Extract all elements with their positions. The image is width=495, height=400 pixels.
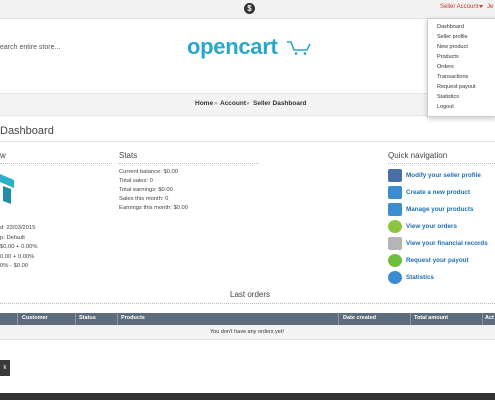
section-divider xyxy=(0,303,495,304)
column-divider xyxy=(410,313,411,325)
seller-account-menu[interactable]: Seller Account xyxy=(440,4,478,10)
manage-products-icon xyxy=(388,203,402,216)
cart-logo-icon xyxy=(287,41,311,55)
column-divider xyxy=(338,313,339,325)
seller-account-dropdown: Dashboard Seller profile New product Pro… xyxy=(427,18,495,117)
overview-line: 0.00 + 0.00% xyxy=(0,254,35,260)
column-divider xyxy=(482,313,483,325)
quick-nav-label: View your orders xyxy=(406,223,457,230)
menu-item-orders[interactable]: Orders xyxy=(437,64,454,70)
column-divider xyxy=(17,313,18,325)
title-divider xyxy=(0,141,495,142)
column-header-date-created[interactable]: Date created xyxy=(343,315,376,321)
user-profile-icon xyxy=(388,169,402,182)
stats-heading: Stats xyxy=(119,151,138,160)
search-input[interactable]: earch entire store... xyxy=(0,44,60,51)
overview-line: $0.00 + 0.00% xyxy=(0,244,38,250)
stat-current-balance: Current balance: $0.00 xyxy=(119,169,178,175)
menu-item-statistics[interactable]: Statistics xyxy=(437,94,459,100)
quick-nav-label: View your financial records xyxy=(406,240,488,247)
stat-total-earnings: Total earnings: $0.00 xyxy=(119,187,173,193)
chevron-down-icon xyxy=(479,5,483,8)
user-name-link[interactable]: Je xyxy=(487,4,493,10)
breadcrumb-separator: » xyxy=(246,100,250,107)
menu-item-dashboard[interactable]: Dashboard xyxy=(437,24,464,30)
page-title: Dashboard xyxy=(0,125,54,137)
back-button[interactable]: k xyxy=(0,360,10,376)
seller-avatar xyxy=(0,174,14,204)
menu-item-new-product[interactable]: New product xyxy=(437,44,468,50)
column-divider xyxy=(117,313,118,325)
quick-nav-label: Request your payout xyxy=(406,257,469,264)
top-bar: $ Seller Account Je xyxy=(0,0,495,19)
column-header-total-amount[interactable]: Total amount xyxy=(414,315,448,321)
site-logo[interactable]: opencart xyxy=(187,34,278,60)
menu-item-products[interactable]: Products xyxy=(437,54,459,60)
column-header-actions[interactable]: Act xyxy=(485,315,494,321)
currency-icon[interactable]: $ xyxy=(244,3,255,14)
column-header-products[interactable]: Products xyxy=(121,315,145,321)
stat-earnings-this-month: Earnings this month: $0.00 xyxy=(119,205,188,211)
quick-nav-label: Create a new product xyxy=(406,189,471,196)
breadcrumb-home[interactable]: Home xyxy=(195,100,213,107)
column-divider xyxy=(75,313,76,325)
quick-nav-label: Modify your seller profile xyxy=(406,172,481,179)
quick-nav-label: Statistics xyxy=(406,274,434,281)
column-header-customer[interactable]: Customer xyxy=(22,315,48,321)
overview-line: 0% - $0.00 xyxy=(0,263,29,269)
quick-navigation-heading: Quick navigation xyxy=(388,151,448,160)
statistics-icon xyxy=(388,271,402,284)
menu-item-request-payout[interactable]: Request payout xyxy=(437,84,476,90)
breadcrumb-account[interactable]: Account xyxy=(220,100,246,107)
column-header-status[interactable]: Status xyxy=(79,315,96,321)
overview-line: p: Default xyxy=(0,235,25,241)
empty-orders-message: You don't have any orders yet! xyxy=(210,329,284,335)
menu-item-logout[interactable]: Logout xyxy=(437,104,454,110)
orders-table-header: Customer Status Products Date created To… xyxy=(0,313,495,325)
financial-records-icon xyxy=(388,237,402,250)
overview-line: d: 23/03/2015 xyxy=(0,225,36,231)
section-divider xyxy=(388,163,495,164)
menu-item-seller-profile[interactable]: Seller profile xyxy=(437,34,468,40)
section-divider xyxy=(0,163,112,164)
quick-nav-label: Manage your products xyxy=(406,206,474,213)
stat-sales-this-month: Sales this month: 0 xyxy=(119,196,169,202)
last-orders-title: Last orders xyxy=(230,290,271,299)
breadcrumb-seller-dashboard[interactable]: Seller Dashboard xyxy=(253,100,306,107)
orders-icon xyxy=(388,220,402,233)
section-divider xyxy=(119,163,259,164)
site-footer xyxy=(0,393,495,400)
overview-heading: w xyxy=(0,151,6,160)
payout-icon xyxy=(388,254,402,267)
breadcrumb-separator: » xyxy=(214,100,218,107)
stat-total-sales: Total sales: 0 xyxy=(119,178,153,184)
menu-item-transactions[interactable]: Transactions xyxy=(437,74,468,80)
new-product-icon xyxy=(388,186,402,199)
